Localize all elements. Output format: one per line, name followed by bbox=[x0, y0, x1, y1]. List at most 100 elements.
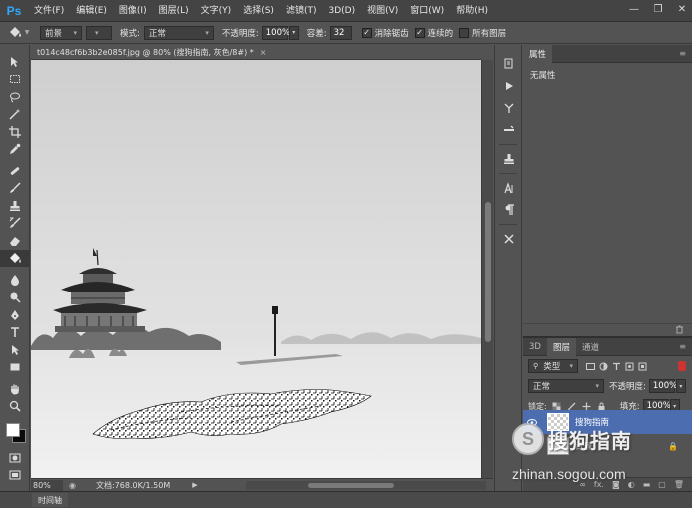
close-button[interactable]: ✕ bbox=[676, 3, 688, 15]
pen-tool[interactable] bbox=[0, 306, 30, 324]
history-panel-button[interactable] bbox=[495, 53, 523, 75]
menu-file[interactable]: 文件(F) bbox=[28, 0, 70, 22]
vertical-scroll-thumb[interactable] bbox=[485, 202, 491, 342]
fill-source-dropdown[interactable]: 前景 ▾ bbox=[40, 25, 82, 40]
eraser-icon bbox=[10, 236, 20, 246]
status-info-icon[interactable]: ◉ bbox=[69, 481, 76, 490]
menu-image[interactable]: 图像(I) bbox=[113, 0, 153, 22]
layer-opacity-input[interactable]: 100% bbox=[648, 379, 677, 393]
zoom-tool[interactable] bbox=[0, 398, 30, 416]
layer-opacity-slider-button[interactable]: ▾ bbox=[675, 379, 686, 393]
vertical-scrollbar[interactable] bbox=[481, 60, 493, 478]
menu-type[interactable]: 文字(Y) bbox=[195, 0, 238, 22]
all-layers-checkbox[interactable] bbox=[459, 27, 470, 38]
rectangle-tool[interactable] bbox=[0, 359, 30, 377]
clone-source-button[interactable] bbox=[495, 148, 523, 170]
adjustment-filter-icon[interactable] bbox=[599, 362, 608, 371]
brush-presets-button[interactable] bbox=[495, 119, 523, 141]
document-canvas[interactable] bbox=[31, 60, 481, 478]
horizontal-scrollbar[interactable] bbox=[246, 481, 486, 490]
layer-filter-dropdown[interactable]: ⚲ 类型 ▾ bbox=[528, 359, 578, 373]
folder-icon[interactable]: ▬ bbox=[643, 480, 651, 489]
paint-bucket-tool[interactable] bbox=[0, 249, 30, 267]
menu-window[interactable]: 窗口(W) bbox=[404, 0, 450, 22]
type-filter-icon[interactable] bbox=[612, 362, 621, 371]
lasso-tool[interactable] bbox=[0, 88, 30, 106]
marquee-tool[interactable] bbox=[0, 71, 30, 89]
trash-icon[interactable] bbox=[675, 325, 684, 334]
trash-icon[interactable]: 🗑 bbox=[674, 480, 684, 489]
panel-menu-icon[interactable]: ≡ bbox=[679, 342, 686, 351]
tolerance-input[interactable]: 32 bbox=[329, 25, 352, 40]
type-icon bbox=[11, 327, 19, 338]
restore-button[interactable]: ❐ bbox=[652, 3, 664, 15]
image-filter-icon[interactable] bbox=[586, 362, 595, 371]
quick-mask-button[interactable] bbox=[0, 449, 30, 467]
opacity-input[interactable]: 100% bbox=[261, 25, 290, 40]
shape-filter-icon[interactable] bbox=[625, 362, 634, 371]
menu-layer[interactable]: 图层(L) bbox=[153, 0, 195, 22]
actions-panel-button[interactable] bbox=[495, 75, 523, 97]
menu-edit[interactable]: 编辑(E) bbox=[70, 0, 113, 22]
menu-filter[interactable]: 滤镜(T) bbox=[280, 0, 323, 22]
quick-mask-icon bbox=[9, 453, 21, 463]
type-tool[interactable] bbox=[0, 324, 30, 342]
tab-channels[interactable]: 通道 bbox=[576, 338, 605, 356]
adjustment-icon[interactable]: ◐ bbox=[628, 480, 635, 489]
tab-properties[interactable]: 属性 bbox=[523, 44, 553, 63]
layer-opacity-label: 不透明度: bbox=[609, 382, 646, 392]
hand-tool[interactable] bbox=[0, 380, 30, 398]
contiguous-checkbox[interactable]: ✓ bbox=[414, 27, 425, 38]
new-layer-icon[interactable]: ▢ bbox=[658, 480, 666, 489]
tab-3d[interactable]: 3D bbox=[523, 338, 547, 356]
timeline-tab[interactable]: 时间轴 bbox=[32, 493, 68, 507]
opacity-slider-button[interactable]: ▾ bbox=[288, 25, 299, 40]
clone-stamp-tool[interactable] bbox=[0, 197, 30, 215]
eyedropper-tool[interactable] bbox=[0, 141, 30, 159]
zoom-level-field[interactable]: 80% bbox=[31, 479, 63, 491]
blur-tool[interactable] bbox=[0, 271, 30, 289]
tools-panel-button[interactable] bbox=[495, 228, 523, 250]
tool-preset-picker[interactable]: ▼ bbox=[0, 22, 36, 44]
healing-brush-tool[interactable] bbox=[0, 162, 30, 180]
menu-help[interactable]: 帮助(H) bbox=[450, 0, 494, 22]
close-icon[interactable]: × bbox=[260, 48, 267, 57]
paint-bucket-icon bbox=[9, 26, 21, 37]
menu-view[interactable]: 视图(V) bbox=[361, 0, 404, 22]
tool-presets-button[interactable] bbox=[495, 97, 523, 119]
path-selection-tool[interactable] bbox=[0, 341, 30, 359]
menu-3d[interactable]: 3D(D) bbox=[322, 0, 361, 22]
screen-mode-button[interactable] bbox=[0, 467, 30, 485]
crop-tool[interactable] bbox=[0, 123, 30, 141]
character-panel-button[interactable] bbox=[495, 177, 523, 199]
color-swatches bbox=[0, 419, 30, 449]
all-layers-label: 所有图层 bbox=[472, 28, 507, 39]
smart-object-filter-icon[interactable] bbox=[638, 362, 647, 371]
foreground-color-swatch[interactable] bbox=[6, 423, 20, 437]
move-tool[interactable] bbox=[0, 53, 30, 71]
dodge-tool[interactable] bbox=[0, 289, 30, 307]
paragraph-panel-button[interactable] bbox=[495, 199, 523, 221]
magic-wand-tool[interactable] bbox=[0, 106, 30, 124]
status-menu-arrow-icon[interactable]: ▶ bbox=[192, 481, 197, 489]
menu-select[interactable]: 选择(S) bbox=[237, 0, 280, 22]
pattern-dropdown[interactable]: ▾ bbox=[86, 25, 112, 40]
canvas-image bbox=[31, 60, 481, 478]
blend-mode-dropdown[interactable]: 正常 ▾ bbox=[528, 379, 604, 393]
mode-dropdown[interactable]: 正常 ▾ bbox=[143, 25, 214, 40]
minimize-button[interactable]: — bbox=[628, 3, 640, 15]
search-icon: ⚲ bbox=[533, 362, 539, 370]
layer-filter-toggle[interactable] bbox=[678, 361, 686, 371]
document-size-info: 文档:768.0K/1.50M bbox=[95, 480, 171, 490]
brush-tool[interactable] bbox=[0, 180, 30, 198]
tab-layers[interactable]: 图层 bbox=[546, 337, 576, 356]
dock-separator bbox=[499, 144, 517, 145]
dock-separator bbox=[499, 224, 517, 225]
antialias-checkbox[interactable]: ✓ bbox=[361, 27, 372, 38]
panel-menu-icon[interactable]: ≡ bbox=[679, 49, 686, 58]
horizontal-scroll-thumb[interactable] bbox=[308, 483, 394, 488]
history-brush-tool[interactable] bbox=[0, 215, 30, 233]
clone-source-icon bbox=[504, 154, 514, 164]
eraser-tool[interactable] bbox=[0, 232, 30, 250]
document-tab[interactable]: t014c48cf6b3b2e085f.jpg @ 80% (搜狗指南, 灰色/… bbox=[31, 45, 481, 60]
